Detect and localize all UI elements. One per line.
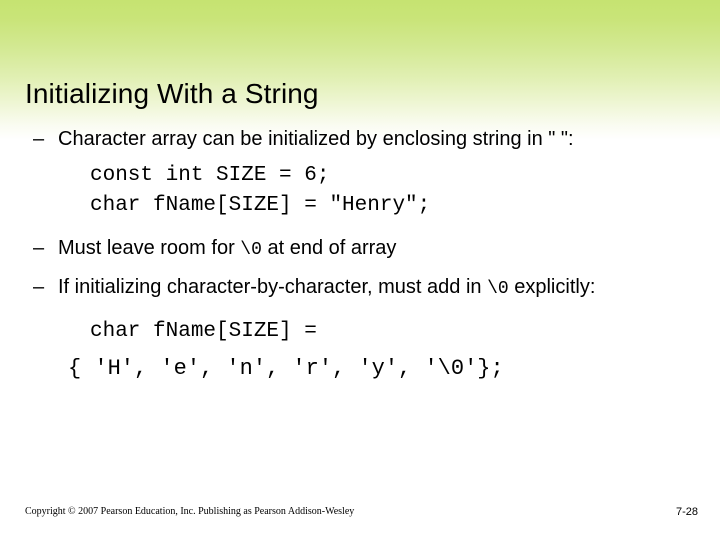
slide-canvas: Initializing With a String – Character a… xyxy=(0,0,720,540)
bullet-item-1: – Character array can be initialized by … xyxy=(0,126,720,153)
bullet-text-3-prefix: If initializing character-by-character, … xyxy=(58,276,488,298)
bullet-dash-icon: – xyxy=(33,128,45,150)
bullet-text-2-mono: \0 xyxy=(240,240,262,260)
bullet-text-2-suffix: at end of array xyxy=(261,237,397,259)
bullet-text-1: Character array can be initialized by en… xyxy=(58,128,574,150)
bullet-item-2: – Must leave room for \0 at end of array xyxy=(0,235,720,264)
bullet-text-2-prefix: Must leave room for xyxy=(58,237,241,259)
bullet-text-2: Must leave room for \0 at end of array xyxy=(58,235,658,264)
footer-copyright: Copyright © 2007 Pearson Education, Inc.… xyxy=(25,506,355,517)
bullet-text-3: If initializing character-by-character, … xyxy=(58,274,698,303)
code-block-2-line-2: { 'H', 'e', 'n', 'r', 'y', '\0'}; xyxy=(68,356,504,381)
slide-body: – Character array can be initialized by … xyxy=(0,126,720,385)
bullet-text-3-mono: \0 xyxy=(487,279,509,299)
bullet-text-3-suffix: explicitly: xyxy=(508,276,596,298)
code-block-2-line-1: char fName[SIZE] = xyxy=(90,320,317,343)
code-block-1: const int SIZE = 6; char fName[SIZE] = "… xyxy=(90,164,431,217)
bullet-dash-icon: – xyxy=(33,237,45,259)
page-title: Initializing With a String xyxy=(25,77,319,109)
footer-page-number: 7-28 xyxy=(675,506,698,518)
bullet-item-3: – If initializing character-by-character… xyxy=(0,274,720,303)
bullet-dash-icon: – xyxy=(33,276,45,298)
